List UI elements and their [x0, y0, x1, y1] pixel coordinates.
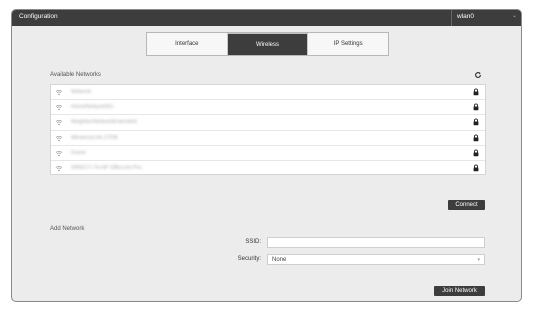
- tab-ip-settings[interactable]: IP Settings: [308, 33, 388, 55]
- wifi-icon: [55, 135, 63, 141]
- wifi-icon: [55, 120, 63, 126]
- interface-select[interactable]: wlan0 ⌄: [451, 10, 521, 26]
- wifi-icon: [55, 150, 63, 156]
- tab-wireless[interactable]: Wireless: [227, 33, 309, 55]
- configuration-window: Configuration wlan0 ⌄ Interface Wireless…: [11, 9, 522, 302]
- network-list-item[interactable]: WirelessLink-27DB: [51, 131, 485, 146]
- lock-icon: [473, 118, 479, 126]
- network-list-item[interactable]: Network: [51, 85, 485, 101]
- ssid-label: SSID:: [245, 239, 261, 245]
- wifi-icon: [55, 105, 63, 111]
- lock-icon: [473, 103, 479, 111]
- refresh-icon[interactable]: [474, 71, 482, 79]
- network-list-item[interactable]: Guest: [51, 146, 485, 161]
- tab-interface[interactable]: Interface: [147, 33, 228, 55]
- security-label: Security:: [237, 256, 261, 262]
- add-network-label: Add Network: [50, 226, 85, 232]
- join-network-button[interactable]: Join Network: [434, 286, 485, 296]
- network-name: Network: [71, 89, 92, 95]
- window-title: Configuration: [19, 13, 58, 20]
- security-select-value: None: [272, 257, 287, 263]
- interface-select-value: wlan0: [457, 13, 474, 20]
- chevron-down-icon: ▾: [477, 257, 480, 263]
- connect-button[interactable]: Connect: [448, 200, 485, 210]
- security-select[interactable]: None ▾: [267, 254, 485, 265]
- lock-icon: [473, 164, 479, 172]
- title-bar: Configuration wlan0 ⌄: [12, 10, 521, 26]
- wifi-icon: [55, 165, 63, 172]
- network-name: HomeNetwork5G: [71, 104, 114, 111]
- network-list-item[interactable]: HomeNetwork5G: [51, 100, 485, 116]
- lock-icon: [473, 134, 479, 141]
- ssid-input[interactable]: [267, 237, 485, 248]
- tab-bar: Interface Wireless IP Settings: [146, 32, 389, 56]
- available-networks-label: Available Networks: [50, 72, 101, 78]
- network-name: Guest: [71, 149, 86, 156]
- wifi-icon: [55, 89, 63, 96]
- network-name: NeighborNetworkExtended: [71, 119, 137, 126]
- network-name: DIRECT-74-HP OfficeJet Pro: [71, 164, 142, 171]
- lock-icon: [473, 149, 479, 157]
- network-list-item[interactable]: DIRECT-74-HP OfficeJet Pro: [51, 161, 485, 176]
- chevron-down-icon: ⌄: [511, 13, 517, 19]
- network-list: Network HomeNetwork5G NeighborNetworkExten…: [50, 84, 486, 175]
- network-list-item[interactable]: NeighborNetworkExtended: [51, 115, 485, 131]
- lock-icon: [473, 88, 479, 96]
- network-name: WirelessLink-27DB: [71, 134, 118, 141]
